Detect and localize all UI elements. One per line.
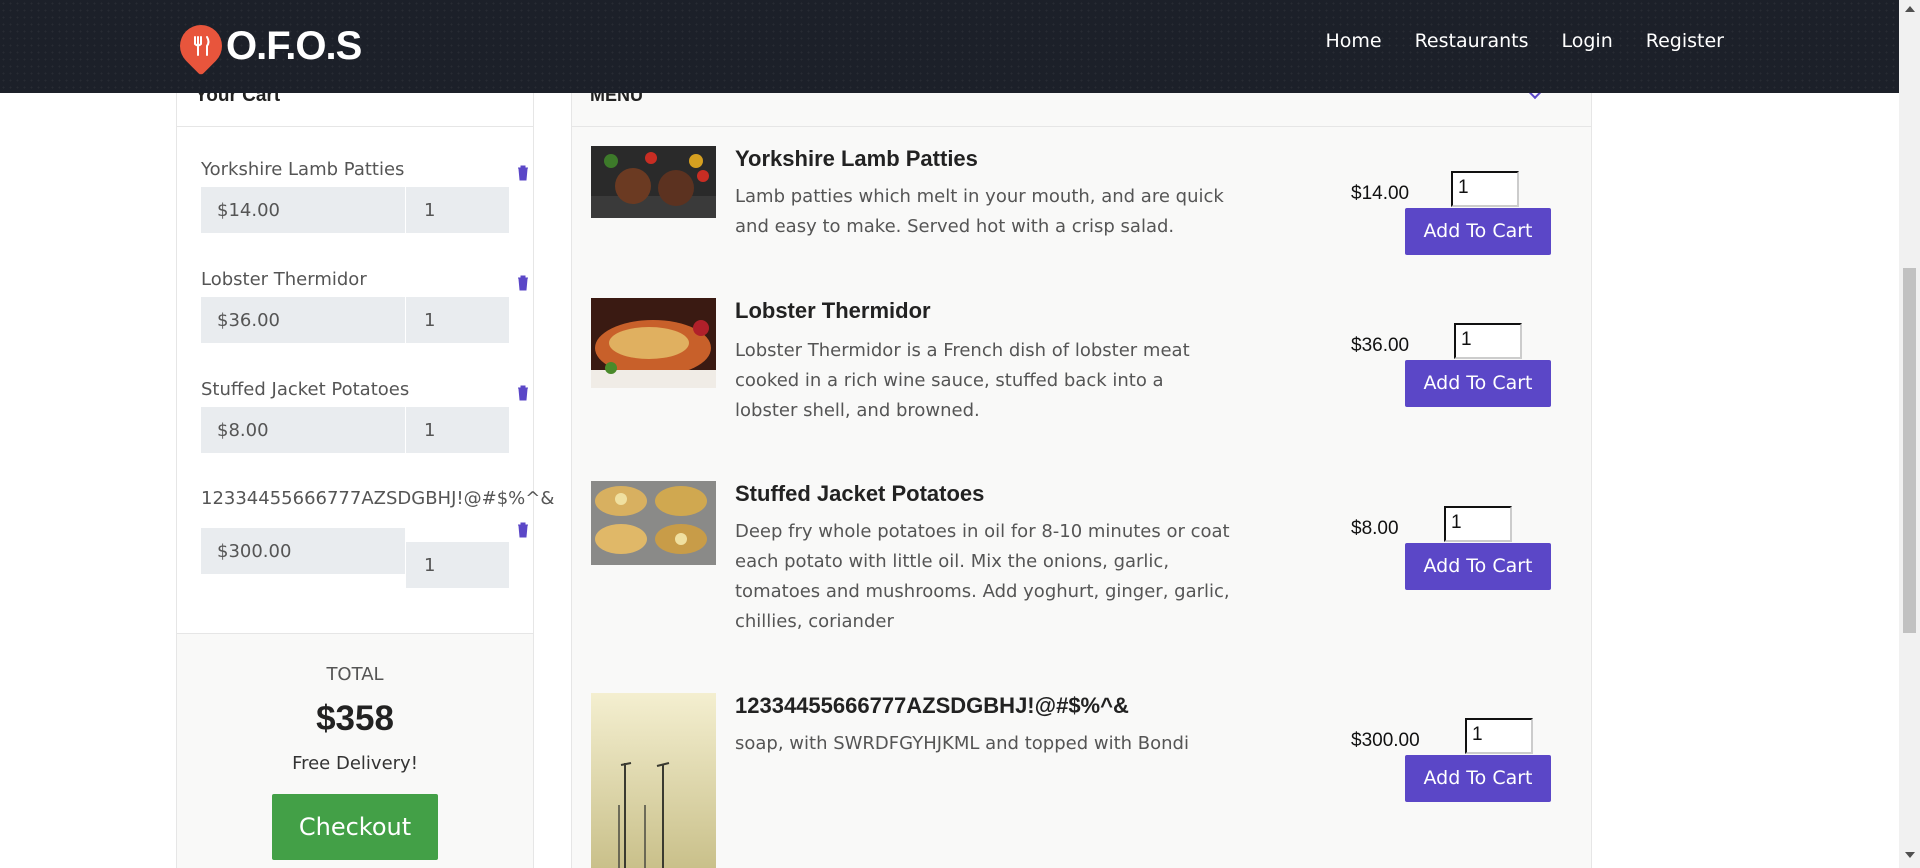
top-navbar: O.F.O.S Home Restaurants Login Register (0, 0, 1899, 93)
menu-item-description: Lobster Thermidor is a French dish of lo… (735, 340, 1190, 421)
cart-item-price: $36.00 (201, 297, 405, 343)
cart-item-qty[interactable]: 1 (406, 187, 509, 233)
cart-item-name: 12334455666777AZSDGBHJ!@#$%^& (201, 488, 555, 509)
menu-item-title: 12334455666777AZSDGBHJ!@#$%^& (735, 693, 1129, 718)
cart-item: Stuffed Jacket Potatoes $8.00 1 (201, 379, 528, 453)
cart-summary: TOTAL $358 Free Delivery! Checkout (177, 633, 533, 868)
cart-panel: Your Cart Yorkshire Lamb Patties $14.00 … (176, 60, 555, 868)
menu-item-price: $36.00 (1351, 335, 1410, 356)
checkout-button[interactable]: Checkout (272, 794, 438, 860)
nav-register-link[interactable]: Register (1646, 30, 1724, 52)
menu-item-title: Stuffed Jacket Potatoes (735, 481, 985, 506)
cart-item-qty[interactable]: 1 (406, 297, 509, 343)
cart-item-name: Stuffed Jacket Potatoes (201, 379, 410, 400)
menu-item-title: Lobster Thermidor (735, 298, 931, 323)
cart-item-name: Lobster Thermidor (201, 269, 367, 290)
scroll-down-arrow-icon[interactable] (1905, 852, 1915, 858)
cart-item-price: $300.00 (201, 528, 405, 574)
trash-icon[interactable] (517, 275, 529, 291)
cart-item: Yorkshire Lamb Patties $14.00 1 (201, 159, 528, 233)
cart-item-price: $14.00 (201, 187, 405, 233)
cart-item-name: Yorkshire Lamb Patties (201, 159, 405, 180)
brand-name: O.F.O.S (226, 23, 362, 68)
add-to-cart-button[interactable]: Add To Cart (1405, 208, 1551, 255)
page-scrollbar[interactable] (1899, 0, 1920, 868)
delivery-note: Free Delivery! (292, 753, 418, 774)
menu-item-qty-input[interactable]: 1 (1451, 171, 1519, 207)
trash-icon[interactable] (517, 522, 529, 538)
add-to-cart-button[interactable]: Add To Cart (1405, 543, 1551, 590)
cart-item: Lobster Thermidor $36.00 1 (201, 269, 528, 343)
scroll-up-arrow-icon[interactable] (1905, 6, 1915, 12)
nav-home-link[interactable]: Home (1325, 30, 1381, 52)
nav-login-link[interactable]: Login (1562, 30, 1613, 52)
nav-menu: Home Restaurants Login Register (1325, 30, 1724, 52)
menu-item-qty-input[interactable]: 1 (1454, 323, 1522, 359)
add-to-cart-button[interactable]: Add To Cart (1405, 360, 1551, 407)
menu-item-description: Lamb patties which melt in your mouth, a… (735, 186, 1224, 237)
cart-item-price: $8.00 (201, 407, 405, 453)
menu-item-price: $8.00 (1351, 518, 1399, 539)
menu-item-title: Yorkshire Lamb Patties (735, 146, 978, 171)
cart-item-qty[interactable]: 1 (406, 407, 509, 453)
trash-icon[interactable] (517, 385, 529, 401)
brand-logo[interactable]: O.F.O.S (171, 16, 362, 76)
nav-restaurants-link[interactable]: Restaurants (1415, 30, 1529, 52)
menu-item-description: soap, with SWRDFGYHJKML and topped with … (735, 733, 1189, 754)
menu-item-qty-input[interactable]: 1 (1444, 506, 1512, 542)
menu-item-price: $300.00 (1351, 730, 1420, 751)
scrollbar-thumb[interactable] (1903, 268, 1916, 633)
menu-item-qty-input[interactable]: 1 (1465, 718, 1533, 754)
menu-panel: MENU Yorkshire Lamb Patties Lamb patties… (571, 60, 1592, 868)
cart-item-qty[interactable]: 1 (406, 542, 509, 588)
menu-item-description: Deep fry whole potatoes in oil for 8-10 … (735, 521, 1230, 632)
logo-pin-icon (171, 16, 231, 76)
total-label: TOTAL (326, 664, 384, 685)
lobster-image (591, 298, 716, 388)
street-lights-image (591, 693, 716, 868)
trash-icon[interactable] (517, 165, 529, 181)
menu-item-price: $14.00 (1351, 183, 1410, 204)
total-value: $358 (316, 699, 394, 738)
lamb-patties-image (591, 146, 716, 218)
cart-item-list: Yorkshire Lamb Patties $14.00 1 Lobster … (177, 127, 555, 627)
jacket-potatoes-image (591, 481, 716, 565)
add-to-cart-button[interactable]: Add To Cart (1405, 755, 1551, 802)
cart-item: 12334455666777AZSDGBHJ!@#$%^& $300.00 1 (201, 488, 555, 588)
